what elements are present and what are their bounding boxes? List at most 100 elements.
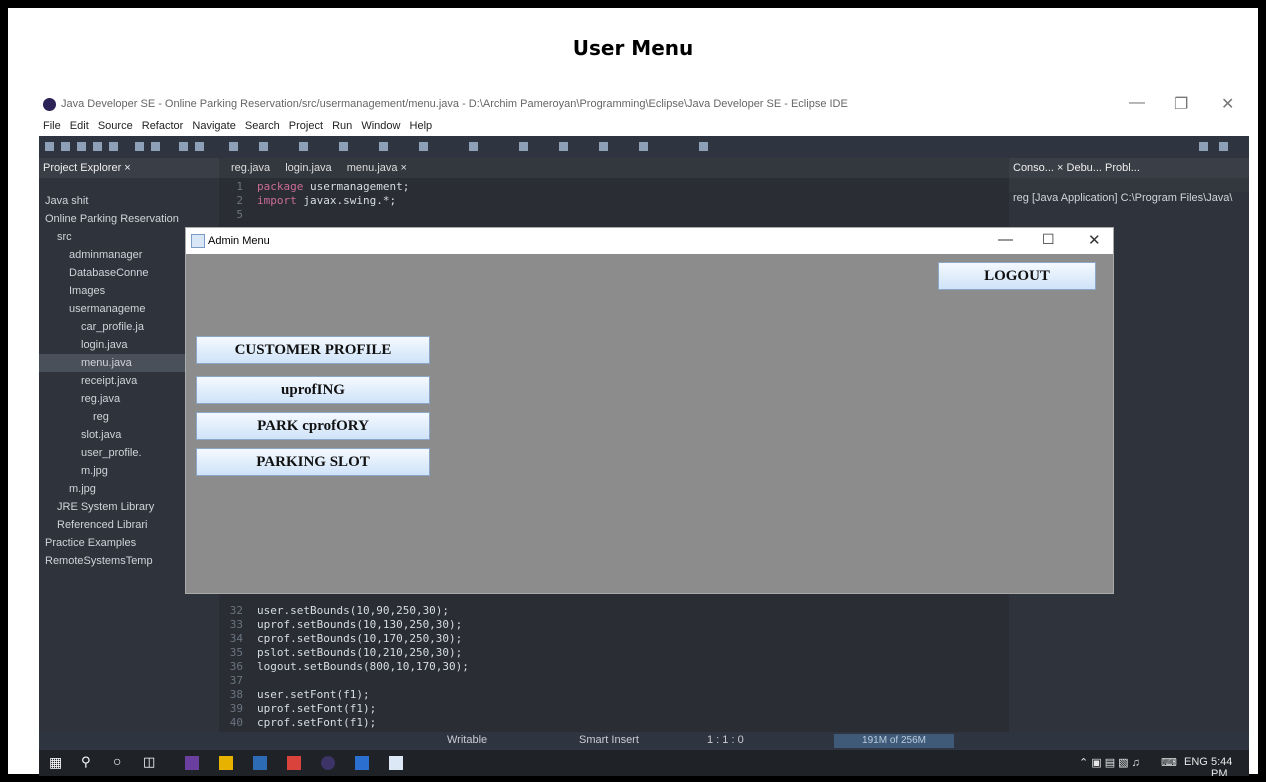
search-icon[interactable] [1199, 142, 1208, 151]
document-title: User Menu [572, 36, 694, 60]
java-app-icon[interactable] [389, 756, 403, 770]
tab-menu-java[interactable]: menu.java × [347, 162, 407, 174]
eclipse-taskbar-icon[interactable] [321, 756, 335, 770]
code-text: pslot.setBounds(10,210,250,30); [257, 646, 463, 659]
clock[interactable]: 5:44 PM [1211, 756, 1249, 776]
console-header: Conso... × Debu... Probl... [1009, 158, 1249, 178]
cortana-icon[interactable]: ○ [113, 753, 127, 769]
browser-icon[interactable] [287, 756, 301, 770]
admin-content-panel: LOGOUT CUSTOMER PROFILE uprofING PARK cp… [186, 254, 1113, 593]
word-icon[interactable] [355, 756, 369, 770]
menu-run[interactable]: Run [332, 120, 352, 132]
toolbar-icon[interactable] [339, 142, 348, 151]
close-icon[interactable]: ✕ [1221, 94, 1234, 114]
admin-menu-window: Admin Menu — ☐ ✕ LOGOUT CUSTOMER PROFILE… [185, 227, 1114, 594]
tab-reg-java[interactable]: reg.java [231, 162, 270, 174]
console-tabs[interactable]: Conso... × Debu... Probl... [1013, 162, 1140, 174]
line-number: 34 [229, 632, 243, 645]
desktop-screen: Java Developer SE - Online Parking Reser… [39, 90, 1249, 776]
customer-profile-button[interactable]: CUSTOMER PROFILE [196, 336, 430, 364]
toolbar-icon[interactable] [109, 142, 118, 151]
keyboard-icon[interactable]: ⌨ [1161, 756, 1177, 769]
park-cprofory-button[interactable]: PARK cprofORY [196, 412, 430, 440]
tree-item[interactable]: Java shit [39, 192, 219, 210]
app-icon[interactable] [253, 756, 267, 770]
toolbar-icon[interactable] [519, 142, 528, 151]
perspective-icon[interactable] [1219, 142, 1228, 151]
heap-status: 191M of 256M [834, 734, 954, 748]
close-icon[interactable]: ✕ [1088, 231, 1101, 249]
toolbar-icon[interactable] [61, 142, 70, 151]
line-number: 2 [236, 194, 243, 207]
toolbar-icon[interactable] [45, 142, 54, 151]
app-icon[interactable] [185, 756, 199, 770]
line-number: 39 [229, 702, 243, 715]
toolbar-icon[interactable] [77, 142, 86, 151]
line-number: 5 [236, 208, 243, 221]
tray-icons[interactable]: ⌃ ▣ ▤ ▧ ♫ [1079, 756, 1140, 769]
minimize-icon[interactable]: — [998, 231, 1013, 248]
search-icon[interactable]: ⚲ [81, 754, 95, 769]
toolbar-icon[interactable] [599, 142, 608, 151]
code-keyword: import [257, 194, 297, 207]
menu-help[interactable]: Help [410, 120, 433, 132]
minimize-icon[interactable]: — [1129, 94, 1145, 112]
line-number: 33 [229, 618, 243, 631]
restore-icon[interactable]: ❐ [1174, 94, 1188, 114]
code-text: logout.setBounds(800,10,170,30); [257, 660, 469, 673]
file-explorer-icon[interactable] [219, 756, 233, 770]
menu-source[interactable]: Source [98, 120, 133, 132]
toolbar-icon[interactable] [135, 142, 144, 151]
code-text: uprof.setFont(f1); [257, 702, 377, 715]
uprofing-button[interactable]: uprofING [196, 376, 430, 404]
line-number: 36 [229, 660, 243, 673]
windows-taskbar: ▦ ⚲ ○ ◫ ⌃ ▣ ▤ ▧ ♫ ⌨ ENG 5:44 PM [39, 750, 1249, 776]
logout-button[interactable]: LOGOUT [938, 262, 1096, 290]
menu-file[interactable]: File [43, 120, 61, 132]
menu-edit[interactable]: Edit [70, 120, 89, 132]
windows-start-icon[interactable]: ▦ [49, 754, 63, 770]
toolbar-icon[interactable] [179, 142, 188, 151]
menu-window[interactable]: Window [361, 120, 400, 132]
toolbar-icon[interactable] [469, 142, 478, 151]
line-number: 40 [229, 716, 243, 729]
toolbar-icon[interactable] [229, 142, 238, 151]
console-output: reg [Java Application] C:\Program Files\… [1013, 192, 1233, 204]
maximize-icon[interactable]: ☐ [1042, 231, 1055, 248]
tree-item[interactable]: Online Parking Reservation [39, 210, 219, 228]
eclipse-statusbar: Writable Smart Insert 1 : 1 : 0 191M of … [39, 732, 1249, 750]
toolbar-icon[interactable] [93, 142, 102, 151]
status-cursor-position: 1 : 1 : 0 [707, 734, 744, 746]
toolbar-icon[interactable] [259, 142, 268, 151]
toolbar-icon[interactable] [639, 142, 648, 151]
toolbar-icon[interactable] [699, 142, 708, 151]
document-frame: User Menu Java Developer SE - Online Par… [8, 8, 1258, 776]
toolbar-icon[interactable] [559, 142, 568, 151]
eclipse-logo-icon [43, 98, 56, 111]
code-keyword: package [257, 180, 304, 193]
line-number: 37 [229, 674, 243, 687]
tab-login-java[interactable]: login.java [285, 162, 331, 174]
menu-refactor[interactable]: Refactor [142, 120, 184, 132]
toolbar-icon[interactable] [299, 142, 308, 151]
eclipse-menubar: File Edit Source Refactor Navigate Searc… [39, 120, 1249, 136]
code-text: usermanagement; [303, 180, 410, 193]
menu-search[interactable]: Search [245, 120, 280, 132]
toolbar-icon[interactable] [151, 142, 160, 151]
menu-navigate[interactable]: Navigate [192, 120, 235, 132]
project-explorer-header: Project Explorer × [39, 158, 219, 178]
toolbar-icon[interactable] [195, 142, 204, 151]
toolbar-icon[interactable] [419, 142, 428, 151]
status-writable: Writable [447, 734, 488, 746]
project-explorer-tab[interactable]: Project Explorer × [43, 162, 131, 174]
status-insert-mode: Smart Insert [579, 734, 639, 746]
task-view-icon[interactable]: ◫ [143, 754, 157, 769]
toolbar-icon[interactable] [379, 142, 388, 151]
menu-project[interactable]: Project [289, 120, 323, 132]
line-number: 1 [236, 180, 243, 193]
java-window-icon [191, 234, 205, 248]
editor-tabs: reg.java login.java menu.java × [219, 158, 1009, 178]
language-indicator[interactable]: ENG [1184, 756, 1208, 768]
parking-slot-button[interactable]: PARKING SLOT [196, 448, 430, 476]
admin-window-titlebar: Admin Menu — ☐ ✕ [186, 228, 1113, 254]
